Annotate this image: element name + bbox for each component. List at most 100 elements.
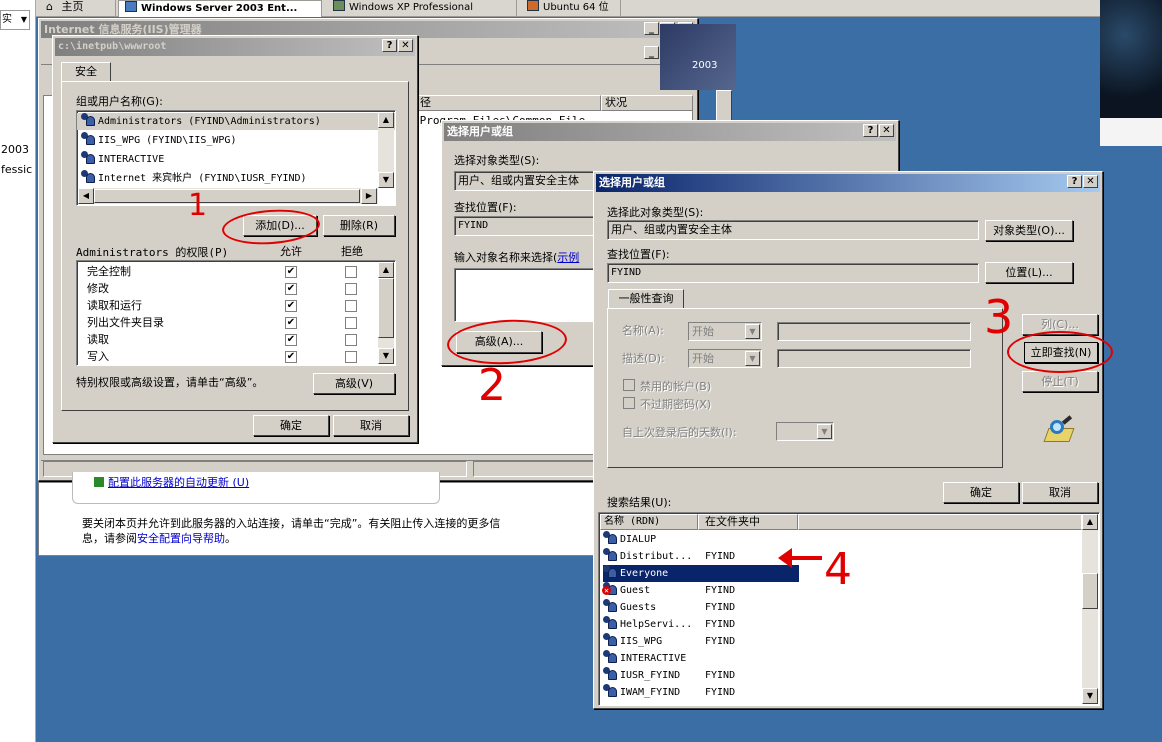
allow-checkbox[interactable]: ✔	[285, 300, 297, 312]
browser-tab-winxp[interactable]: Windows XP Professional	[327, 0, 517, 16]
col-header-name[interactable]: 名称 (RDN)	[600, 514, 698, 530]
cancel-button[interactable]: 取消	[1022, 482, 1098, 503]
results-scroll-thumb[interactable]	[1082, 573, 1098, 609]
user-item[interactable]: IIS_WPG (FYIND\IIS_WPG)	[77, 132, 395, 149]
col-header-folder[interactable]: 在文件夹中	[698, 514, 798, 530]
result-row[interactable]: IIS_WPG FYIND	[599, 633, 1081, 650]
advanced-button[interactable]: 高级(V)	[313, 373, 395, 394]
result-row[interactable]: Guests FYIND	[599, 599, 1081, 616]
iis-col-status[interactable]: 状况	[601, 95, 693, 111]
object-types-button[interactable]: 对象类型(O)...	[985, 220, 1073, 241]
search-results-list[interactable]: 名称 (RDN) 在文件夹中 ▲ ▼ DIALUP Distribut... FYI…	[598, 512, 1100, 706]
object-names-input[interactable]	[454, 268, 598, 322]
scroll-down-button[interactable]: ▼	[1082, 688, 1098, 704]
auto-update-link[interactable]: 配置此服务器的自动更新 (U)	[94, 474, 249, 490]
group-icon	[81, 151, 95, 164]
result-name-cell: IWAM_FYIND	[603, 684, 701, 701]
desc-match-combo: 开始 ▼	[688, 349, 762, 368]
group-icon	[603, 616, 617, 629]
stop-button: 停止(T)	[1022, 371, 1098, 392]
examples-link[interactable]: 示例	[557, 251, 579, 264]
result-name: INTERACTIVE	[620, 653, 687, 664]
result-name-cell: Everyone	[603, 565, 799, 582]
group-icon	[603, 633, 617, 646]
help-button[interactable]: ?	[1067, 175, 1082, 188]
allow-checkbox[interactable]: ✔	[285, 266, 297, 278]
result-name: Guests	[620, 602, 657, 613]
scroll-up-button[interactable]: ▲	[378, 112, 394, 128]
result-name-cell: IUSR_FYIND	[603, 667, 701, 684]
deny-checkbox[interactable]	[345, 334, 357, 346]
perm-scroll-thumb[interactable]	[378, 278, 394, 338]
result-name-cell: ✕ Guest	[602, 582, 701, 599]
permission-name: 读取	[87, 333, 109, 346]
user-item-label: Internet 来宾帐户 (FYIND\IUSR_FYIND)	[98, 173, 307, 184]
close-button[interactable]: ✕	[1083, 175, 1098, 188]
group-user-label: 组或用户名称(G):	[76, 95, 163, 108]
tab-general-query[interactable]: 一般性查询	[608, 289, 684, 309]
scroll-left-button[interactable]: ◀	[78, 188, 94, 204]
browser-tab-label: Windows Server 2003 Ent...	[141, 3, 298, 14]
result-name: DIALUP	[620, 534, 657, 545]
iis-col-path[interactable]: 径	[417, 95, 601, 111]
user-item[interactable]: Internet 来宾帐户 (FYIND\IUSR_FYIND)	[77, 170, 395, 187]
result-row[interactable]: HelpServi... FYIND	[599, 616, 1081, 633]
result-folder: FYIND	[705, 619, 736, 630]
browser-tab-home[interactable]: ⌂ 主页	[40, 0, 116, 16]
deny-checkbox[interactable]	[345, 351, 357, 363]
allow-checkbox[interactable]: ✔	[285, 334, 297, 346]
properties-title: c:\inetpub\wwwroot	[55, 38, 415, 56]
annotation-arrowhead	[778, 548, 792, 568]
col-header-filler	[798, 514, 1082, 530]
scroll-down-button[interactable]: ▼	[378, 348, 394, 364]
cancel-button[interactable]: 取消	[333, 415, 409, 436]
deny-checkbox[interactable]	[345, 283, 357, 295]
scroll-up-button[interactable]: ▲	[378, 262, 394, 278]
help-button[interactable]: ?	[863, 124, 878, 137]
user-listbox[interactable]: Administrators (FYIND\Administrators) II…	[76, 110, 396, 206]
user-item-label: INTERACTIVE	[98, 154, 165, 165]
scroll-down-button[interactable]: ▼	[378, 172, 394, 188]
allow-checkbox[interactable]: ✔	[285, 317, 297, 329]
deny-checkbox[interactable]	[345, 300, 357, 312]
results-vscroll[interactable]	[1082, 514, 1098, 704]
ok-button[interactable]: 确定	[253, 415, 329, 436]
result-name: IIS_WPG	[620, 636, 663, 647]
result-name-cell: IIS_WPG	[603, 633, 701, 650]
chevron-down-icon: ▼	[745, 351, 760, 366]
tab-security[interactable]: 安全	[61, 62, 111, 82]
description-input	[777, 349, 971, 368]
browser-tab-server2003[interactable]: Windows Server 2003 Ent...	[118, 0, 322, 17]
result-row[interactable]: IUSR_FYIND FYIND	[599, 667, 1081, 684]
deny-checkbox[interactable]	[345, 317, 357, 329]
help-button[interactable]: ?	[382, 39, 397, 52]
user-item[interactable]: Administrators (FYIND\Administrators)	[77, 113, 395, 130]
close-button[interactable]: ✕	[879, 124, 894, 137]
child-minimize-button[interactable]: _	[644, 46, 659, 59]
ok-button[interactable]: 确定	[943, 482, 1019, 503]
deny-header: 拒绝	[341, 245, 363, 258]
browser-tab-ubuntu[interactable]: Ubuntu 64 位	[521, 0, 621, 16]
deny-checkbox[interactable]	[345, 266, 357, 278]
security-help-link[interactable]: 安全配置向导帮助	[137, 532, 225, 545]
name-match-value: 开始	[692, 325, 714, 338]
chevron-down-icon: ▼	[745, 324, 760, 339]
scroll-up-button[interactable]: ▲	[1082, 514, 1098, 530]
locations-button[interactable]: 位置(L)...	[985, 262, 1073, 283]
user-item[interactable]: INTERACTIVE	[77, 151, 395, 168]
permissions-list[interactable]: ▲ ▼ 完全控制 ✔ 修改 ✔ 读取和运行 ✔ 列出文件夹目录 ✔ 读取 ✔ 写入 ✔	[76, 260, 396, 366]
result-row[interactable]: IWAM_FYIND FYIND	[599, 684, 1081, 701]
remove-button[interactable]: 删除(R)	[323, 215, 395, 236]
result-folder: FYIND	[705, 670, 736, 681]
host-combo[interactable]: 实 ▼	[0, 10, 30, 30]
hscroll-thumb[interactable]	[94, 189, 360, 203]
search-icon	[1043, 415, 1078, 446]
close-button[interactable]: ✕	[398, 39, 413, 52]
scroll-right-button[interactable]: ▶	[361, 188, 377, 204]
allow-checkbox[interactable]: ✔	[285, 283, 297, 295]
allow-checkbox[interactable]: ✔	[285, 351, 297, 363]
shield-icon	[94, 477, 104, 487]
minimize-button[interactable]: _	[644, 22, 659, 35]
result-row[interactable]: INTERACTIVE	[599, 650, 1081, 667]
disabled-accounts-checkbox	[623, 379, 635, 391]
